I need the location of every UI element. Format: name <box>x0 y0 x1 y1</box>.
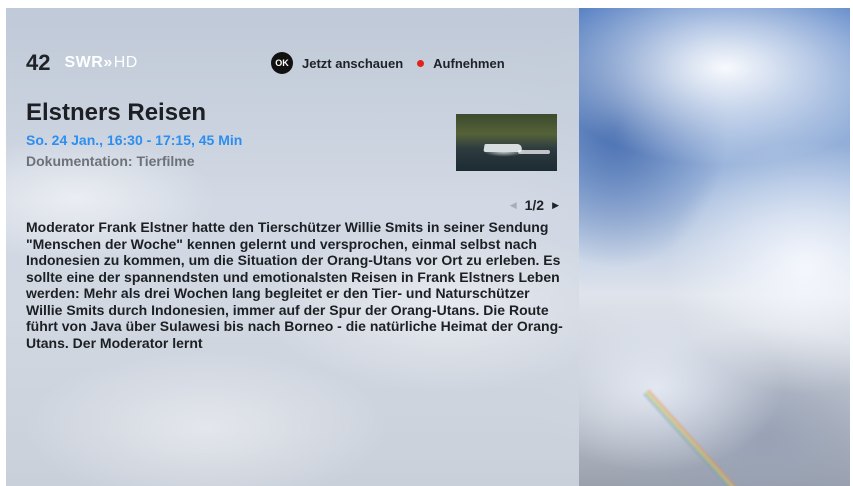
pager-label: 1/2 <box>524 197 545 213</box>
channel-logo: SWR » HD <box>64 54 137 72</box>
pager-prev-icon[interactable]: ◀ <box>510 200 517 211</box>
rainbow-background <box>643 389 736 486</box>
ok-key-icon[interactable]: OK <box>271 52 293 74</box>
tv-screen: 42 SWR » HD OK Jetzt anschauen Aufnehmen… <box>6 8 850 486</box>
channel-number: 42 <box>26 50 51 75</box>
program-title: Elstners Reisen <box>26 99 207 126</box>
program-info-panel: 42 SWR » HD OK Jetzt anschauen Aufnehmen… <box>6 8 579 486</box>
program-genre: Dokumentation: Tierfilme <box>26 153 195 169</box>
record-dot-icon <box>417 59 425 67</box>
program-time: So. 24 Jan., 16:30 - 17:15, 45 Min <box>26 132 243 148</box>
action-bar: OK Jetzt anschauen Aufnehmen <box>271 52 505 74</box>
channel-logo-arrows: » <box>103 54 113 71</box>
record-button[interactable]: Aufnehmen <box>433 56 505 71</box>
wake-image <box>518 150 550 154</box>
description-pager[interactable]: ◀ 1/2 ▶ <box>510 197 559 213</box>
channel-header: 42 SWR » HD <box>26 50 138 76</box>
program-thumbnail <box>456 114 557 171</box>
program-description: Moderator Frank Elstner hatte den Tiersc… <box>26 219 563 351</box>
watch-now-button[interactable]: Jetzt anschauen <box>302 56 403 71</box>
channel-logo-hd: HD <box>113 54 138 71</box>
pager-next-icon[interactable]: ▶ <box>552 200 559 211</box>
boat-image <box>483 144 523 152</box>
channel-logo-name: SWR <box>64 54 104 71</box>
